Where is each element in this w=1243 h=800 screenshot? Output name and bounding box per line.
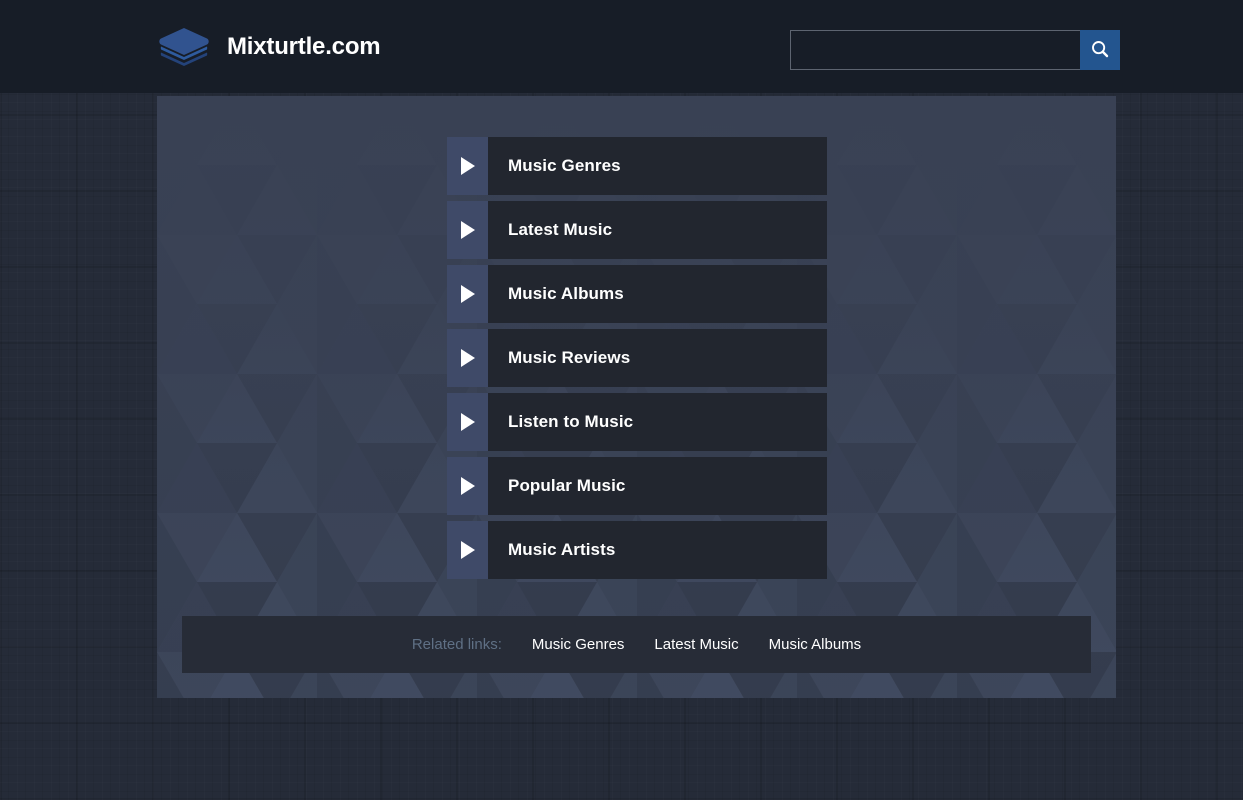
- search-icon: [1090, 39, 1110, 62]
- menu-item-label-box: Popular Music: [488, 457, 827, 515]
- play-triangle-icon: [447, 329, 488, 387]
- menu-item-label: Listen to Music: [508, 412, 634, 431]
- menu-item-label-box: Listen to Music: [488, 393, 827, 451]
- menu-item-label: Popular Music: [508, 476, 626, 495]
- main-menu: Music Genres Latest Music Music Albums M…: [447, 137, 827, 585]
- menu-item-label: Latest Music: [508, 220, 613, 239]
- related-link-music-albums[interactable]: Music Albums: [769, 636, 862, 653]
- menu-item-label: Music Artists: [508, 540, 616, 559]
- menu-item-label-box: Music Albums: [488, 265, 827, 323]
- menu-item-popular-music[interactable]: Popular Music: [447, 457, 827, 515]
- related-link-music-genres[interactable]: Music Genres: [532, 636, 625, 653]
- menu-item-label: Music Reviews: [508, 348, 631, 367]
- search-button[interactable]: [1080, 30, 1120, 70]
- menu-item-label: Music Genres: [508, 156, 621, 175]
- menu-item-music-reviews[interactable]: Music Reviews: [447, 329, 827, 387]
- site-title: Mixturtle.com: [227, 33, 381, 60]
- menu-item-latest-music[interactable]: Latest Music: [447, 201, 827, 259]
- play-triangle-icon: [447, 521, 488, 579]
- search-input[interactable]: [790, 30, 1080, 70]
- play-triangle-icon: [447, 265, 488, 323]
- play-triangle-icon: [447, 393, 488, 451]
- menu-item-label-box: Music Artists: [488, 521, 827, 579]
- related-link-latest-music[interactable]: Latest Music: [654, 636, 738, 653]
- page-root: Mixturtle.com Music Genres Latest Music …: [0, 0, 1243, 800]
- related-links-label: Related links:: [411, 636, 502, 653]
- stacked-layers-icon: [157, 20, 211, 74]
- play-triangle-icon: [447, 201, 488, 259]
- site-header: Mixturtle.com: [0, 0, 1243, 93]
- menu-item-listen-to-music[interactable]: Listen to Music: [447, 393, 827, 451]
- play-triangle-icon: [447, 457, 488, 515]
- main-container: Music Genres Latest Music Music Albums M…: [157, 96, 1116, 698]
- menu-item-label-box: Music Genres: [488, 137, 827, 195]
- brand[interactable]: Mixturtle.com: [157, 20, 381, 74]
- menu-item-music-genres[interactable]: Music Genres: [447, 137, 827, 195]
- menu-item-label-box: Music Reviews: [488, 329, 827, 387]
- menu-item-music-albums[interactable]: Music Albums: [447, 265, 827, 323]
- related-links-bar: Related links: Music Genres Latest Music…: [182, 616, 1091, 673]
- menu-item-label-box: Latest Music: [488, 201, 827, 259]
- play-triangle-icon: [447, 137, 488, 195]
- menu-item-label: Music Albums: [508, 284, 624, 303]
- menu-item-music-artists[interactable]: Music Artists: [447, 521, 827, 579]
- search-bar: [790, 30, 1120, 70]
